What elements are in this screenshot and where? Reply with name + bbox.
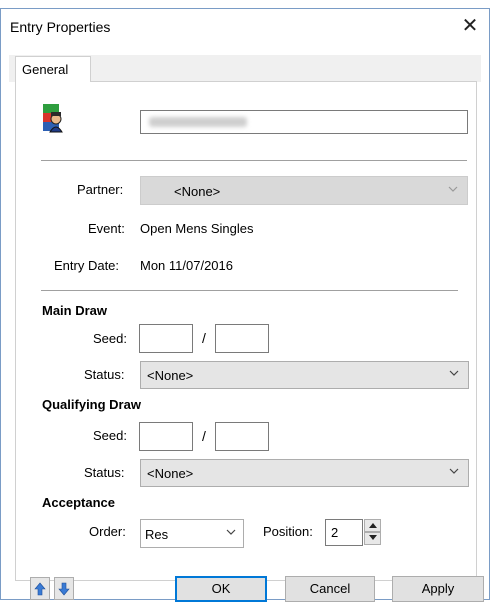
spin-up-button[interactable]	[364, 519, 381, 532]
chevron-down-icon	[448, 465, 460, 480]
position-spinner	[364, 519, 381, 546]
main-seed-input[interactable]	[139, 324, 193, 353]
main-seed-total-input[interactable]	[215, 324, 269, 353]
event-value: Open Mens Singles	[140, 221, 254, 236]
qual-seed-separator: /	[202, 428, 206, 444]
qualifying-draw-heading: Qualifying Draw	[42, 397, 141, 412]
divider-middle	[41, 290, 458, 291]
order-label: Order:	[89, 524, 126, 539]
chevron-down-icon	[448, 367, 460, 382]
redacted-name	[149, 117, 247, 127]
position-value: 2	[331, 525, 339, 540]
main-draw-heading: Main Draw	[42, 303, 108, 318]
chevron-down-icon	[225, 526, 237, 541]
user-card-icon	[41, 103, 67, 133]
divider-top	[41, 160, 467, 161]
partner-select[interactable]: <None>	[140, 176, 468, 205]
apply-button[interactable]: Apply	[392, 576, 484, 602]
chevron-down-icon	[447, 183, 459, 198]
entry-properties-dialog: Entry Properties ✕ General Partner: <Non…	[0, 8, 490, 602]
partner-label: Partner:	[77, 182, 124, 197]
event-label: Event:	[88, 221, 125, 236]
tab-general[interactable]: General	[15, 56, 91, 82]
qual-status-select[interactable]: <None>	[140, 459, 469, 487]
next-entry-button[interactable]	[54, 577, 74, 600]
qual-status-value: <None>	[147, 466, 194, 481]
main-status-select[interactable]: <None>	[140, 361, 469, 389]
main-status-label: Status:	[84, 367, 125, 382]
close-button[interactable]: ✕	[459, 15, 481, 37]
cancel-button[interactable]: Cancel	[285, 576, 375, 602]
tab-general-label: General	[22, 62, 69, 77]
entry-date-value: Mon 11/07/2016	[140, 258, 233, 273]
entry-date-label: Entry Date:	[54, 258, 120, 273]
main-seed-separator: /	[202, 330, 206, 346]
partner-select-value: <None>	[174, 184, 221, 199]
position-input[interactable]: 2	[325, 519, 363, 546]
qual-seed-total-input[interactable]	[215, 422, 269, 451]
order-select[interactable]: Res	[140, 519, 244, 548]
spin-down-button[interactable]	[364, 532, 381, 545]
title-bar: Entry Properties ✕	[1, 9, 489, 45]
main-status-value: <None>	[147, 368, 194, 383]
close-icon: ✕	[461, 15, 479, 37]
acceptance-heading: Acceptance	[42, 495, 115, 510]
order-select-value: Res	[145, 527, 169, 542]
previous-entry-button[interactable]	[30, 577, 50, 600]
dialog-title: Entry Properties	[10, 19, 111, 35]
player-name-field[interactable]	[140, 110, 468, 134]
qual-seed-input[interactable]	[139, 422, 193, 451]
qual-status-label: Status:	[84, 465, 125, 480]
position-label: Position:	[263, 524, 313, 539]
main-seed-label: Seed:	[93, 331, 127, 346]
background-window-strip	[0, 0, 492, 8]
ok-button[interactable]: OK	[175, 576, 267, 602]
qual-seed-label: Seed:	[93, 428, 127, 443]
